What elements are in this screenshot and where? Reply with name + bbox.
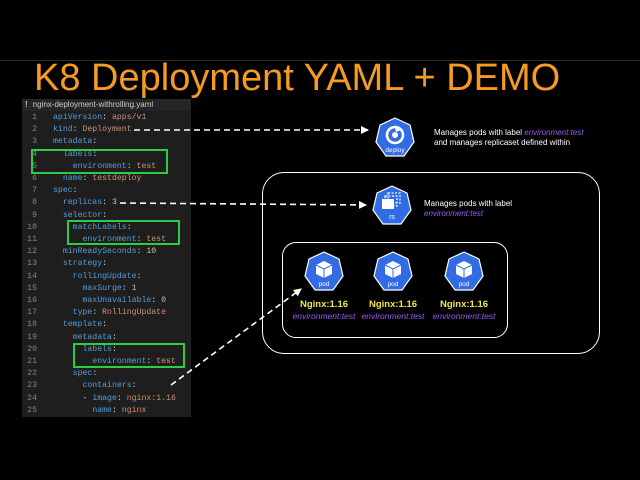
code-text: maxSurge: 1: [82, 283, 137, 293]
code-line[interactable]: 24 - image: nginx:1.16: [22, 393, 191, 405]
line-number: 18: [27, 320, 37, 330]
rs-icon: rs: [372, 185, 412, 227]
pod-image-label: Nginx:1.16: [368, 299, 418, 310]
pod-image-label: Nginx:1.16: [439, 299, 489, 310]
code-text: type: RollingUpdate: [72, 308, 167, 318]
line-number: 24: [27, 393, 37, 403]
code-text: kind: Deployment: [53, 125, 132, 135]
pod-env-label: environment:test: [361, 311, 425, 321]
warning-icon: !: [25, 100, 28, 109]
code-line[interactable]: 23 containers:: [22, 380, 191, 392]
code-text: metadata:: [53, 137, 98, 147]
line-number: 11: [27, 235, 37, 244]
line-number: 14: [27, 271, 37, 281]
line-number: 13: [27, 259, 37, 269]
line-number: 16: [27, 296, 37, 305]
code-line[interactable]: 18 template:: [22, 319, 191, 331]
line-number: 19: [27, 332, 37, 342]
line-number: 8: [32, 198, 37, 208]
pod-icon-label: pod: [459, 281, 470, 288]
line-number: 1: [32, 113, 37, 122]
code-line[interactable]: 25 name: nginx: [22, 405, 191, 417]
line-number: 21: [27, 357, 37, 366]
code-text: rollingUpdate:: [72, 271, 142, 281]
line-number: 2: [32, 125, 37, 135]
code-text: metadata:: [72, 332, 117, 342]
code-line[interactable]: 8 replicas: 3: [22, 197, 191, 209]
code-text: name: nginx: [92, 405, 147, 415]
code-text: - image: nginx:1.16: [53, 393, 176, 403]
divider: [0, 60, 640, 61]
code-line[interactable]: 2 kind: Deployment: [22, 124, 191, 136]
code-text: maxUnavailable: 0: [82, 296, 167, 305]
rs-icon-label: rs: [389, 214, 395, 221]
rs-label: environment:test: [424, 209, 484, 218]
code-text: apiVersion: apps/v1: [53, 113, 147, 122]
code-line[interactable]: 14 rollingUpdate:: [22, 271, 191, 283]
line-number: 20: [27, 344, 37, 354]
line-number: 3: [32, 137, 37, 147]
code-line[interactable]: 1 apiVersion: apps/v1: [22, 112, 191, 124]
pod-env-label: environment:test: [292, 311, 356, 321]
deploy-label: environment:test: [524, 128, 584, 137]
code-line[interactable]: 19 metadata:: [22, 332, 191, 344]
labels-highlight: [31, 149, 168, 174]
code-line[interactable]: 12 minReadySeconds: 10: [22, 246, 191, 258]
pod-icon: pod: [304, 251, 344, 293]
code-text: spec:: [53, 186, 78, 196]
code-line[interactable]: 17 type: RollingUpdate: [22, 307, 191, 319]
rs-description: Manages pods with label environment:test: [424, 199, 513, 218]
tab-filename: nginx-deployment-withrolling.yaml: [32, 100, 154, 109]
matchlabels-highlight: [67, 220, 180, 245]
line-number: 10: [27, 222, 37, 232]
line-number: 6: [32, 174, 37, 183]
deploy-description: Manages pods with label environment:test…: [434, 128, 584, 147]
code-line[interactable]: 6 name: testdeploy: [22, 173, 191, 185]
line-number: 25: [27, 405, 37, 415]
line-number: 9: [32, 210, 37, 220]
code-line[interactable]: 22 spec:: [22, 368, 191, 380]
pod-icon-label: pod: [319, 281, 330, 288]
code-text: minReadySeconds: 10: [62, 247, 157, 257]
deploy-icon-label: deploy: [385, 147, 405, 154]
code-text: name: testdeploy: [62, 174, 142, 183]
line-number: 15: [27, 283, 37, 293]
pod-env-label: environment:test: [432, 311, 496, 321]
code-line[interactable]: 13 strategy:: [22, 258, 191, 270]
line-number: 7: [32, 186, 37, 196]
pod-icon: pod: [373, 251, 413, 293]
code-line[interactable]: 7 spec:: [22, 185, 191, 197]
template-labels-highlight: [73, 343, 185, 368]
deploy-icon: deploy: [375, 117, 415, 159]
line-number: 22: [27, 369, 37, 379]
pod-image-label: Nginx:1.16: [299, 299, 349, 310]
code-line[interactable]: 15 maxSurge: 1: [22, 283, 191, 295]
editor-tab[interactable]: ! nginx-deployment-withrolling.yaml: [22, 99, 191, 111]
code-text: containers:: [82, 381, 137, 391]
code-text: template:: [62, 320, 108, 330]
code-text: strategy:: [62, 259, 108, 269]
code-text: spec:: [72, 369, 98, 379]
page-title: K8 Deployment YAML + DEMO: [34, 57, 561, 99]
line-number: 23: [27, 381, 37, 391]
code-line[interactable]: 16 maxUnavailable: 0: [22, 295, 191, 307]
pod-icon-label: pod: [388, 281, 399, 288]
code-line[interactable]: 3 metadata:: [22, 136, 191, 148]
line-number: 17: [27, 308, 37, 318]
yaml-editor[interactable]: ! nginx-deployment-withrolling.yaml 1 apiV…: [22, 99, 191, 417]
pod-icon: pod: [444, 251, 484, 293]
code-text: replicas: 3: [62, 198, 117, 208]
line-number: 12: [27, 247, 37, 257]
